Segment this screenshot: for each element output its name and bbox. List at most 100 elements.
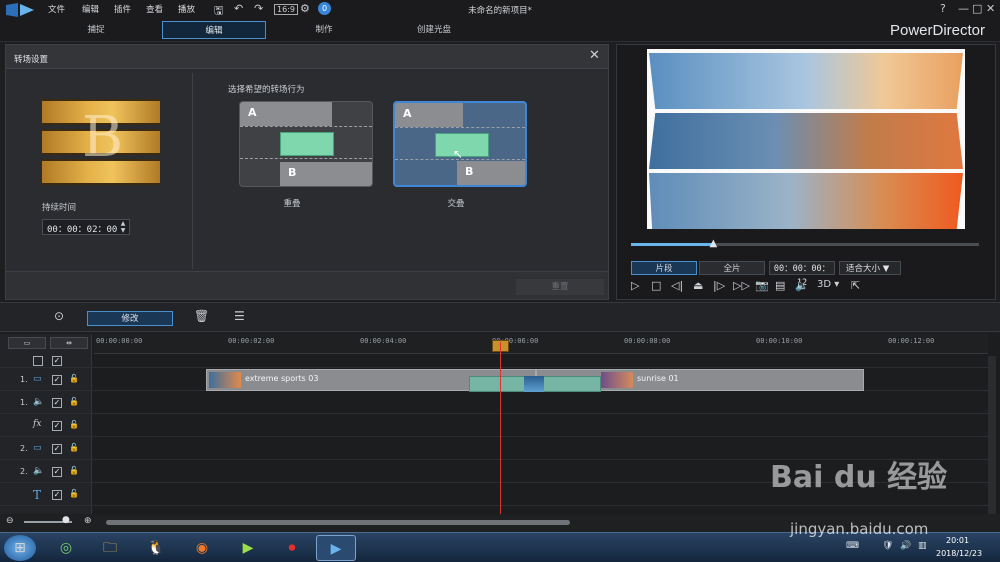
lock-icon[interactable]: 🔓 [69,443,79,452]
subtitle-icon[interactable]: ▤ [775,279,785,292]
track-row: fx ✓ 🔓 [0,415,988,437]
stop-icon[interactable]: □ [651,279,661,292]
horizontal-scrollbar[interactable] [106,520,570,525]
progress-knob-icon[interactable]: ▲ [710,238,718,249]
update-badge-icon[interactable]: 0 [318,2,331,15]
duration-field[interactable]: 00：00：02：00 ▲ ▼ [42,219,130,235]
close-window-button[interactable]: ✕ [986,2,995,15]
recorder-icon[interactable]: ⏺ [272,535,312,561]
tab-create-disc[interactable]: 创建光盘 [382,21,486,39]
dialog-title: 转场设置 [14,55,49,65]
undo-icon[interactable]: ↶ [234,2,243,15]
zoom-in-icon[interactable]: ⊕ [84,516,92,526]
zoom-out-icon[interactable]: ⊖ [6,516,14,526]
dialog-divider [192,73,193,269]
option-overlap-label[interactable]: 重叠 [225,197,359,209]
security-tray-icon[interactable]: 🛡 [882,541,893,551]
track-manager-icon[interactable]: ▭ [8,337,46,349]
vertical-scrollbar[interactable] [988,356,996,516]
3d-mode-button[interactable]: 3D ▾ [817,279,839,290]
trash-icon[interactable]: 🗑 [194,309,209,323]
fit-size-dropdown[interactable]: 适合大小 ▼ [839,261,901,275]
previous-frame-icon[interactable]: ◁| [671,279,683,292]
track-enable-checkbox[interactable]: ✓ [52,398,62,408]
keyboard-tray-icon[interactable]: ⌨ [846,541,859,551]
help-button[interactable]: ? [940,2,946,15]
watermark-url: jingyan.baidu.com [790,520,929,538]
zoom-knob-icon[interactable]: ● [62,515,70,525]
fit-timeline-icon[interactable]: ⇹ [50,337,88,349]
lock-icon[interactable]: 🔓 [69,420,79,429]
lock-icon[interactable]: 🔓 [69,374,79,383]
master-toggle-box[interactable] [33,356,43,366]
track-enable-checkbox[interactable]: ✓ [52,490,62,500]
fast-forward-icon[interactable]: ▷▷ [733,279,750,292]
menu-file[interactable]: 文件 [48,3,65,15]
menu-edit[interactable]: 编辑 [82,3,99,15]
option-crossfade-card[interactable]: A B ↖ [393,101,527,187]
timeline-ruler[interactable]: 00:00:00:00 00:00:02:00 00:00:04:00 00:0… [94,334,988,354]
option-crossfade-label[interactable]: 交叠 [389,197,523,209]
spin-down-icon[interactable]: ▼ [117,227,129,234]
timeline-settings-icon[interactable]: ☰ [234,309,245,323]
clip-thumbnail [209,372,241,388]
minimize-button[interactable]: — [958,2,969,15]
tab-clip[interactable]: 片段 [631,261,697,275]
clip-label: sunrise 01 [637,374,679,383]
spin-up-icon[interactable]: ▲ [117,220,129,227]
ruler-label: 00:00:12:00 [888,337,935,345]
card-guide [240,126,372,127]
preview-progress-bar[interactable]: ▲ [631,238,979,249]
start-button-icon[interactable]: ⊞ [4,535,36,561]
app-360-icon[interactable]: ◎ [46,535,86,561]
master-checkbox[interactable]: ✓ [52,356,62,366]
lock-icon[interactable]: 🔓 [69,466,79,475]
redo-icon[interactable]: ↷ [254,2,263,15]
lock-icon[interactable]: 🔓 [69,397,79,406]
duration-value[interactable]: 00：00：02：00 [47,222,117,235]
powerdirector-taskbar-icon[interactable]: ▶ [316,535,356,561]
duration-spinner[interactable]: ▲ ▼ [117,220,129,234]
transition-icon [524,376,544,392]
modify-button[interactable]: 修改 [87,311,173,326]
track-enable-checkbox[interactable]: ✓ [52,421,62,431]
clock-date[interactable]: 2018/12/23 [936,549,982,558]
menu-plugins[interactable]: 插件 [114,3,131,15]
tab-movie[interactable]: 全片 [699,261,765,275]
preview-image [647,49,965,229]
lock-icon[interactable]: 🔓 [69,489,79,498]
track-enable-checkbox[interactable]: ✓ [52,467,62,477]
firefox-icon[interactable]: ◉ [182,535,222,561]
volume-tray-icon[interactable]: 🔊 [900,541,911,551]
option-overlap-card[interactable]: A B [239,101,373,187]
3d-label: 3D [817,279,832,290]
tab-produce[interactable]: 制作 [272,21,376,39]
tab-edit[interactable]: 编辑 [162,21,266,39]
timecode-display[interactable]: 00：00：00：12 [769,261,835,288]
reset-button[interactable]: 重置 [516,279,604,295]
chevron-circle-icon[interactable]: ⊙ [54,309,64,323]
volume-icon[interactable]: 🔈 [795,279,809,292]
undock-icon[interactable]: ⇱ [851,279,860,292]
tab-capture[interactable]: 捕捉 [44,21,148,39]
settings-gear-icon[interactable]: ⚙ [300,2,310,15]
play-icon[interactable]: ▷ [631,279,639,292]
next-frame-icon[interactable]: |▷ [713,279,725,292]
menu-view[interactable]: 查看 [146,3,163,15]
media-app-icon[interactable]: ▶ [228,535,268,561]
network-tray-icon[interactable]: ▥ [918,541,927,551]
clock-time[interactable]: 20:01 [946,536,969,545]
snapshot-icon[interactable]: 📷 [755,279,769,292]
aspect-ratio-icon[interactable]: 16:9 [274,4,298,15]
menu-play[interactable]: 播放 [178,3,195,15]
qq-icon[interactable]: 🐧 [136,535,176,561]
maximize-button[interactable]: □ [972,2,982,15]
playhead[interactable] [500,342,501,520]
ruler-label: 00:00:00:00 [96,337,143,345]
audio-track-icon: 🔈 [33,466,45,476]
close-icon[interactable]: ✕ [589,48,600,63]
track-enable-checkbox[interactable]: ✓ [52,444,62,454]
file-explorer-icon[interactable]: 🗀 [90,535,130,561]
split-icon[interactable]: ⏏ [693,279,703,292]
track-enable-checkbox[interactable]: ✓ [52,375,62,385]
